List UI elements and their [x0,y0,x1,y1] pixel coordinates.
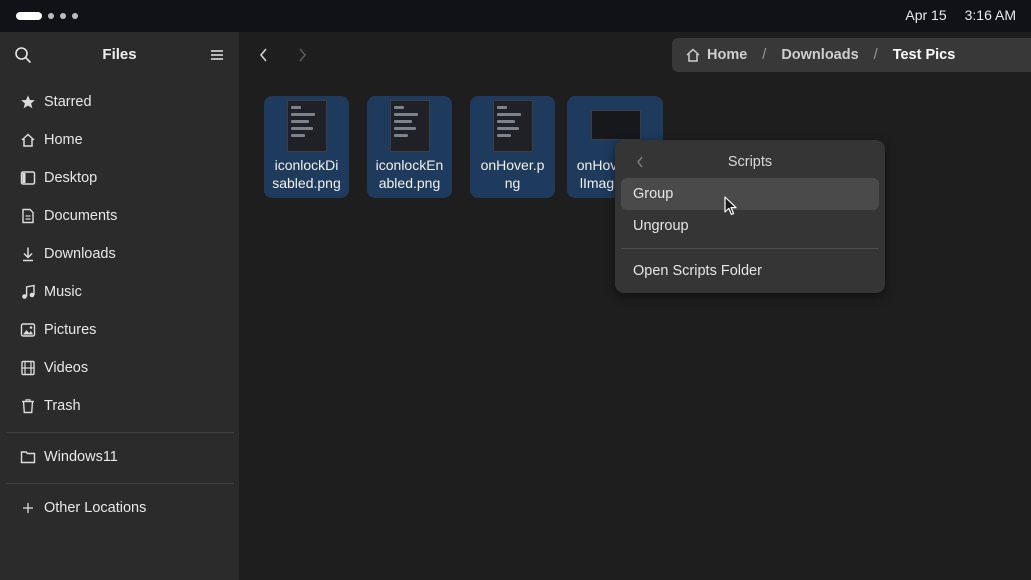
file-thumbnail [390,100,430,152]
home-icon[interactable] [685,47,701,63]
sidebar-item-starred[interactable]: Starred [10,85,229,119]
file-thumbnail [287,100,327,152]
sidebar-item-label: Downloads [44,246,116,262]
sidebar-item-label: Trash [44,398,81,414]
breadcrumb-current[interactable]: Test Pics [893,47,956,63]
sidebar-item-documents[interactable]: Documents [10,199,229,233]
trash-icon [22,399,34,414]
music-icon [22,284,35,299]
documents-icon [22,208,34,224]
clock[interactable]: Apr 15 3:16 AM [905,7,1016,23]
clock-time: 3:16 AM [964,7,1016,23]
back-button[interactable] [253,44,273,66]
app-title: Files [102,46,137,63]
breadcrumb-home[interactable]: Home [707,47,747,63]
file-name: iconlockEn abled.png [375,157,444,191]
star-icon [21,95,35,109]
top-bar: Apr 15 3:16 AM [0,0,1031,32]
sidebar-item-label: Windows11 [44,449,118,465]
plus-icon [23,503,33,513]
breadcrumb-downloads[interactable]: Downloads [781,47,858,63]
scripts-submenu: Scripts Group Ungroup Open Scripts Folde… [615,140,885,293]
sidebar-item-music[interactable]: Music [10,275,229,309]
sidebar-item-other-locations[interactable]: Other Locations [10,491,229,525]
folder-icon [20,451,36,464]
forward-button[interactable] [293,44,313,66]
sidebar-item-label: Desktop [44,170,98,186]
workspace-indicator[interactable] [16,12,78,20]
pictures-icon [20,323,36,337]
file-name: onHover.p ng [480,157,545,191]
menu-item-open-scripts-folder[interactable]: Open Scripts Folder [621,255,879,287]
sidebar-item-label: Videos [44,360,89,376]
active-workspace-pill[interactable] [16,12,42,20]
sidebar-item-label: Music [44,284,82,300]
sidebar-item-label: Home [44,132,83,148]
file-thumbnail [591,110,641,140]
sidebar-item-home[interactable]: Home [10,123,229,157]
sidebar-item-label: Other Locations [44,500,147,516]
workspace-dot[interactable] [60,13,66,19]
sidebar-item-label: Starred [44,94,92,110]
file-item[interactable]: onHover.p ng [470,96,555,198]
sidebar-item-downloads[interactable]: Downloads [10,237,229,271]
file-thumbnail [493,100,533,152]
desktop-icon [20,171,36,185]
mouse-cursor-icon [724,196,737,216]
sidebar-item-windows11[interactable]: Windows11 [10,440,229,474]
sidebar-item-label: Documents [44,208,118,224]
clock-date: Apr 15 [905,7,947,23]
sidebar-item-trash[interactable]: Trash [10,389,229,423]
submenu-title: Scripts [727,154,773,170]
workspace-dot[interactable] [48,13,54,19]
sidebar-item-desktop[interactable]: Desktop [10,161,229,195]
file-name: iconlockDi sabled.png [272,157,341,191]
menu-item-group[interactable]: Group [621,178,879,210]
path-bar: Home / Downloads / Test Pics [672,38,1031,72]
file-item[interactable]: iconlockEn abled.png [367,96,452,198]
videos-icon [21,360,35,376]
workspace-dot[interactable] [72,13,78,19]
sidebar-item-pictures[interactable]: Pictures [10,313,229,347]
menu-item-ungroup[interactable]: Ungroup [621,210,879,242]
breadcrumb-separator: / [873,47,878,63]
sidebar-header: Files [0,32,239,78]
sidebar-separator [6,483,234,484]
downloads-icon [23,247,33,262]
file-item[interactable]: iconlockDi sabled.png [264,96,349,198]
main-menu-icon[interactable] [209,48,225,62]
breadcrumb-separator: / [762,47,767,63]
sidebar-item-label: Pictures [44,322,97,338]
menu-separator [621,248,879,249]
home-icon [21,133,35,147]
sidebar: Files Starred Home Desktop Documents Dow… [0,32,239,580]
menu-item-label: Group [633,186,674,202]
menu-item-label: Open Scripts Folder [633,263,762,279]
sidebar-separator [6,432,234,433]
sidebar-item-videos[interactable]: Videos [10,351,229,385]
menu-item-label: Ungroup [633,218,689,234]
